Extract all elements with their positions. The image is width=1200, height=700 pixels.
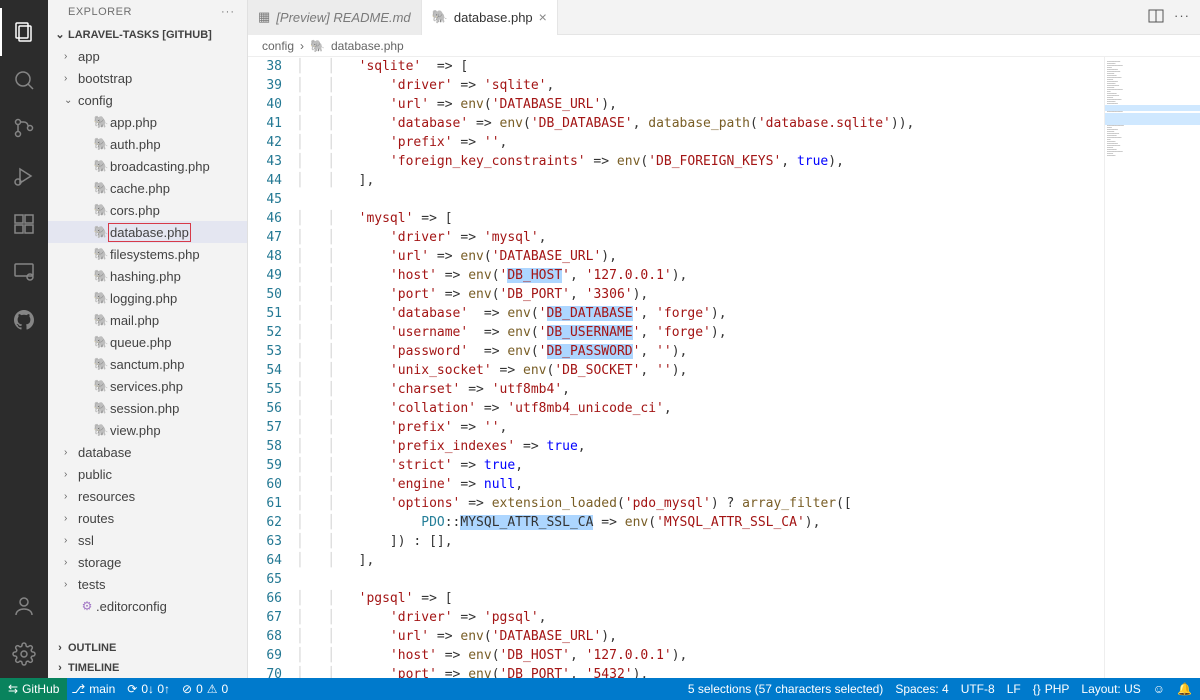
status-eol[interactable]: LF [1007, 682, 1021, 696]
activity-source-control-icon[interactable] [0, 104, 48, 152]
php-icon: 🐘 [92, 181, 110, 195]
project-section[interactable]: ⌄LARAVEL-TASKS [GITHUB] [48, 24, 247, 45]
folder-bootstrap[interactable]: ›bootstrap [48, 67, 247, 89]
folder-config[interactable]: ⌄config [48, 89, 247, 111]
file-cache-php[interactable]: 🐘cache.php [48, 177, 247, 199]
php-icon: 🐘 [92, 159, 110, 173]
status-spaces[interactable]: Spaces: 4 [895, 682, 948, 696]
php-icon: 🐘 [92, 225, 110, 239]
php-icon: 🐘 [92, 335, 110, 349]
tab-database-php[interactable]: 🐘database.php× [422, 0, 558, 35]
folder-ssl[interactable]: ›ssl [48, 529, 247, 551]
editor-body[interactable]: 3839404142434445464748495051525354555657… [248, 57, 1200, 678]
braces-icon: {} [1033, 682, 1041, 696]
remote-icon: ⇆ [8, 682, 18, 696]
activity-account-icon[interactable] [0, 582, 48, 630]
line-gutter: 3839404142434445464748495051525354555657… [248, 57, 296, 678]
file-broadcasting-php[interactable]: 🐘broadcasting.php [48, 155, 247, 177]
status-feedback-icon[interactable]: ☺ [1153, 682, 1165, 696]
folder-app[interactable]: ›app [48, 45, 247, 67]
file-cors-php[interactable]: 🐘cors.php [48, 199, 247, 221]
php-icon: 🐘 [92, 401, 110, 415]
php-icon: 🐘 [92, 115, 110, 129]
folder-database[interactable]: ›database [48, 441, 247, 463]
preview-icon: ▦ [258, 9, 270, 25]
file-view-php[interactable]: 🐘view.php [48, 419, 247, 441]
activity-remote-icon[interactable] [0, 248, 48, 296]
outline-section[interactable]: ›OUTLINE [48, 638, 247, 658]
timeline-section[interactable]: ›TIMELINE [48, 658, 247, 678]
php-icon: 🐘 [92, 357, 110, 371]
folder-tests[interactable]: ›tests [48, 573, 247, 595]
code-content[interactable]: │ │ 'sqlite' => [│ │ 'driver' => 'sqlite… [296, 57, 1104, 678]
breadcrumb[interactable]: config›🐘database.php [248, 35, 1200, 57]
php-icon: 🐘 [92, 269, 110, 283]
activity-bar [0, 0, 48, 678]
php-icon: 🐘 [432, 9, 448, 25]
status-branch[interactable]: ⎇main [71, 682, 115, 696]
minimap[interactable]: ▬▬▬▬▬▬▬▬▬▬▬ ▬▬▬▬▬▬▬ ▬▬▬▬▬▬▬▬▬▬▬▬▬ ▬▬▬▬ ▬… [1104, 57, 1200, 678]
php-icon: 🐘 [92, 291, 110, 305]
file-editorconfig[interactable]: ⚙.editorconfig [48, 595, 247, 617]
file-session-php[interactable]: 🐘session.php [48, 397, 247, 419]
sidebar-more-icon[interactable]: ··· [221, 6, 235, 18]
tab-readme-preview[interactable]: ▦[Preview] README.md [248, 0, 422, 35]
status-layout[interactable]: Layout: US [1081, 682, 1140, 696]
folder-storage[interactable]: ›storage [48, 551, 247, 573]
status-problems[interactable]: ⊘0⚠0 [182, 682, 228, 696]
split-editor-icon[interactable] [1148, 8, 1164, 27]
php-icon: 🐘 [92, 423, 110, 437]
sidebar-title: EXPLORER [68, 6, 221, 18]
file-mail-php[interactable]: 🐘mail.php [48, 309, 247, 331]
file-tree: ›app ›bootstrap ⌄config 🐘app.php🐘auth.ph… [48, 45, 247, 638]
php-icon: 🐘 [92, 247, 110, 261]
folder-resources[interactable]: ›resources [48, 485, 247, 507]
file-logging-php[interactable]: 🐘logging.php [48, 287, 247, 309]
branch-icon: ⎇ [71, 682, 85, 696]
sidebar: EXPLORER ··· ⌄LARAVEL-TASKS [GITHUB] ›ap… [48, 0, 248, 678]
activity-explorer-icon[interactable] [0, 8, 48, 56]
close-icon[interactable]: × [539, 9, 547, 25]
activity-settings-icon[interactable] [0, 630, 48, 678]
folder-public[interactable]: ›public [48, 463, 247, 485]
php-icon: 🐘 [92, 379, 110, 393]
file-filesystems-php[interactable]: 🐘filesystems.php [48, 243, 247, 265]
warning-icon: ⚠ [207, 682, 218, 696]
sync-icon: ⟳ [127, 682, 137, 696]
editor-more-icon[interactable]: ··· [1174, 8, 1190, 27]
status-bell-icon[interactable]: 🔔 [1177, 682, 1192, 696]
php-icon: 🐘 [92, 313, 110, 327]
file-services-php[interactable]: 🐘services.php [48, 375, 247, 397]
php-icon: 🐘 [92, 203, 110, 217]
folder-routes[interactable]: ›routes [48, 507, 247, 529]
error-icon: ⊘ [182, 682, 192, 696]
project-name: LARAVEL-TASKS [GITHUB] [68, 29, 212, 41]
activity-search-icon[interactable] [0, 56, 48, 104]
activity-run-debug-icon[interactable] [0, 152, 48, 200]
file-database-php[interactable]: 🐘database.php [48, 221, 247, 243]
file-queue-php[interactable]: 🐘queue.php [48, 331, 247, 353]
php-icon: 🐘 [310, 39, 325, 53]
status-lang[interactable]: {}PHP [1033, 682, 1070, 696]
status-sync[interactable]: ⟳0↓ 0↑ [127, 682, 170, 696]
activity-github-icon[interactable] [0, 296, 48, 344]
tabs: ▦[Preview] README.md 🐘database.php× ··· [248, 0, 1200, 35]
status-encoding[interactable]: UTF-8 [961, 682, 995, 696]
status-selection[interactable]: 5 selections (57 characters selected) [688, 682, 883, 696]
file-auth-php[interactable]: 🐘auth.php [48, 133, 247, 155]
status-codespace[interactable]: ⇆GitHub [0, 678, 67, 700]
file-sanctum-php[interactable]: 🐘sanctum.php [48, 353, 247, 375]
activity-extensions-icon[interactable] [0, 200, 48, 248]
file-hashing-php[interactable]: 🐘hashing.php [48, 265, 247, 287]
editor-area: ▦[Preview] README.md 🐘database.php× ··· … [248, 0, 1200, 678]
file-app-php[interactable]: 🐘app.php [48, 111, 247, 133]
php-icon: 🐘 [92, 137, 110, 151]
status-bar: ⇆GitHub ⎇main ⟳0↓ 0↑ ⊘0⚠0 5 selections (… [0, 678, 1200, 700]
